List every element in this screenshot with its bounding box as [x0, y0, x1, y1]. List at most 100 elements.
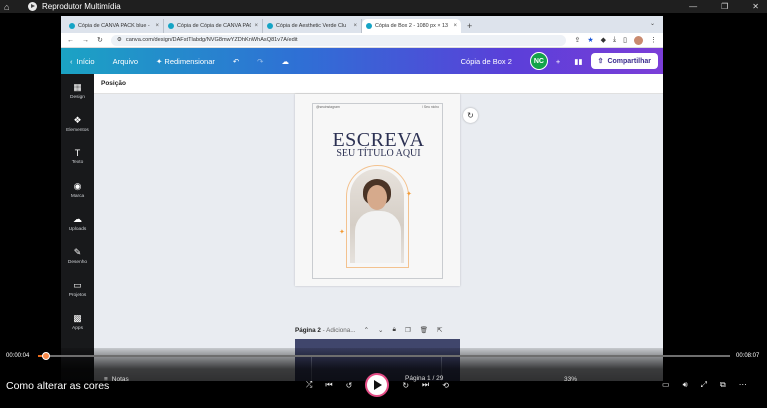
position-button[interactable]: Posição [101, 80, 126, 87]
profile-avatar[interactable] [634, 35, 643, 45]
delete-icon[interactable]: 🗑︎ [420, 326, 428, 334]
video-caption: Como alterar as cores [6, 380, 110, 392]
site-info-icon[interactable]: ⚙ [117, 37, 122, 43]
more-options-icon[interactable]: ⋯ [739, 380, 747, 390]
cast-icon[interactable]: ⧉ [720, 380, 726, 390]
repeat-icon[interactable]: ⟲ [442, 381, 449, 390]
video-area: Cópia de CANVA PACK blue - × Cópia de Có… [0, 13, 767, 408]
undo-icon[interactable]: ↶ [233, 57, 239, 66]
sidebar-item-brand[interactable]: ◉ Marca [61, 173, 94, 206]
browser-tab-active[interactable]: Cópia de Box 2 - 1080 px × 13 × [362, 19, 461, 33]
playback-controls: ⤮ ⏮︎ ↺ ↻ ⏭︎ ⟲ [306, 373, 449, 397]
tab-close-icon[interactable]: × [254, 23, 258, 29]
user-avatar[interactable]: NC [529, 52, 548, 70]
tab-close-icon[interactable]: × [353, 23, 357, 29]
instagram-handle-text[interactable]: @seuinstagram [316, 105, 340, 109]
next-icon[interactable]: ⏭︎ [422, 380, 429, 390]
move-down-icon[interactable]: ⌄ [378, 326, 383, 334]
niche-text[interactable]: / Seu nicho [422, 105, 439, 109]
sparkle-icon: ✦ [406, 191, 412, 198]
sidebar-label: Texto [71, 160, 84, 165]
download-icon[interactable]: ⤓ [613, 36, 616, 44]
resize-button[interactable]: ✦ Redimensionar [156, 57, 215, 66]
browser-tab[interactable]: Cópia de Cópia de CANVA PAC × [164, 19, 263, 33]
file-menu[interactable]: Arquivo [113, 57, 138, 66]
player-title-bar: ⌂ Reprodutor Multimídia — ❐ ✕ [0, 0, 767, 13]
rewind-10-icon[interactable]: ↺ [346, 381, 353, 390]
page-2-actions: ⌃ ⌄ 🔒︎ ❐ 🗑︎ ⇱ [364, 326, 443, 334]
fullscreen-icon[interactable]: ⤢ [701, 380, 707, 390]
more-icon[interactable]: ⋮ [650, 36, 657, 44]
miniplayer-icon[interactable]: ▭ [662, 380, 670, 390]
document-title[interactable]: Cópia de Box 2 [461, 57, 512, 66]
rotate-handle-icon[interactable]: ↻ [463, 108, 478, 123]
sidebar-item-uploads[interactable]: ☁ Uploads [61, 206, 94, 239]
sidebar-item-design[interactable]: ▦ Design [61, 74, 94, 107]
subtitle-text[interactable]: SEU TÍTULO AQUI [313, 148, 444, 159]
cloud-save-icon[interactable]: ☁ [281, 57, 289, 66]
window-controls: — ❐ ✕ [689, 0, 759, 13]
add-page-icon[interactable]: ⇱ [437, 326, 442, 334]
add-collaborator-icon[interactable]: + [556, 57, 560, 66]
shuffle-icon[interactable]: ⤮ [306, 380, 312, 390]
tab-close-icon[interactable]: × [453, 23, 457, 29]
chevron-down-icon[interactable]: ⌄ [650, 20, 655, 27]
sidebar-label: Uploads [68, 226, 87, 232]
address-bar: ← → ↻ ⚙ canva.com/design/DAFstTlabdg/NVG… [61, 33, 663, 48]
tab-close-icon[interactable]: × [155, 23, 159, 29]
reload-icon[interactable]: ↻ [97, 36, 103, 44]
url-field[interactable]: ⚙ canva.com/design/DAFstTlabdg/NVG8mwYZD… [110, 34, 567, 46]
sidebar-item-elements[interactable]: ❖ Elementos [61, 107, 94, 140]
browser-tab[interactable]: Cópia de CANVA PACK blue - × [65, 19, 164, 33]
extensions-icon[interactable]: ◆ [601, 36, 606, 44]
share-button[interactable]: ⇧ Compartilhar [590, 53, 658, 69]
brand-icon: ◉ [73, 180, 82, 191]
insights-chart-icon[interactable]: ▮▮ [574, 57, 582, 66]
design-page-1[interactable]: @seuinstagram / Seu nicho ESCREVA SEU TÍ… [295, 94, 460, 286]
canva-header: ‹ Início Arquivo ✦ Redimensionar ↶ ↷ ☁ C… [61, 48, 663, 74]
previous-icon[interactable]: ⏮︎ [325, 380, 332, 390]
browser-tab[interactable]: Cópia de Aesthetic Verde Clu × [263, 19, 362, 33]
move-up-icon[interactable]: ⌃ [364, 326, 369, 334]
design-icon: ▦ [73, 81, 82, 92]
minimize-icon[interactable]: — [689, 0, 697, 13]
page-border-frame: @seuinstagram / Seu nicho ESCREVA SEU TÍ… [312, 103, 443, 279]
duplicate-icon[interactable]: ❐ [405, 326, 411, 334]
tab-title: Cópia de CANVA PACK blue - [78, 23, 150, 29]
forward-30-icon[interactable]: ↻ [402, 381, 409, 390]
bookmark-star-icon[interactable]: ★ [587, 36, 593, 44]
sidebar-item-projects[interactable]: ▭ Projetos [61, 272, 94, 305]
sidebar-item-apps[interactable]: ▩ Apps [61, 305, 94, 338]
canva-favicon-icon [168, 23, 174, 29]
close-icon[interactable]: ✕ [752, 0, 759, 13]
folder-icon: ▭ [73, 279, 82, 290]
back-icon[interactable]: ← [67, 37, 74, 44]
page-2-title[interactable]: Página 2 - Adiciona... [295, 327, 356, 334]
arch-photo-frame[interactable] [346, 165, 409, 268]
canva-sidebar: ▦ Design ❖ Elementos T Texto ◉ Marca ☁ U… [61, 74, 94, 381]
page-2-label: Página 2 [295, 326, 321, 334]
share-page-icon[interactable]: ⇪ [574, 36, 580, 44]
sidebar-item-text[interactable]: T Texto [61, 140, 94, 173]
sidebar-label: Design [70, 94, 85, 100]
resize-label: Redimensionar [164, 56, 215, 66]
side-panel-icon[interactable]: ▯ [623, 36, 627, 44]
seek-bar[interactable] [38, 352, 730, 360]
home-icon[interactable]: ⌂ [4, 2, 18, 12]
apps-icon: ▩ [73, 312, 82, 323]
model-photo [350, 169, 404, 263]
maximize-icon[interactable]: ❐ [721, 0, 728, 13]
sidebar-item-draw[interactable]: ✎ Desenho [61, 239, 94, 272]
lock-icon[interactable]: 🔒︎ [392, 326, 395, 334]
volume-icon[interactable]: 🔊︎ [683, 380, 688, 390]
app-title: Reprodutor Multimídia [42, 2, 121, 11]
forward-icon[interactable]: → [82, 37, 89, 44]
zoom-level[interactable]: 33% [564, 376, 577, 383]
media-player-logo-icon [28, 2, 37, 11]
redo-icon[interactable]: ↷ [257, 57, 263, 66]
sidebar-label: Apps [72, 325, 83, 331]
play-button[interactable] [365, 373, 390, 397]
sidebar-label: Desenho [67, 259, 88, 265]
new-tab-icon[interactable]: + [467, 21, 472, 31]
home-link[interactable]: ‹ Início [70, 57, 95, 66]
